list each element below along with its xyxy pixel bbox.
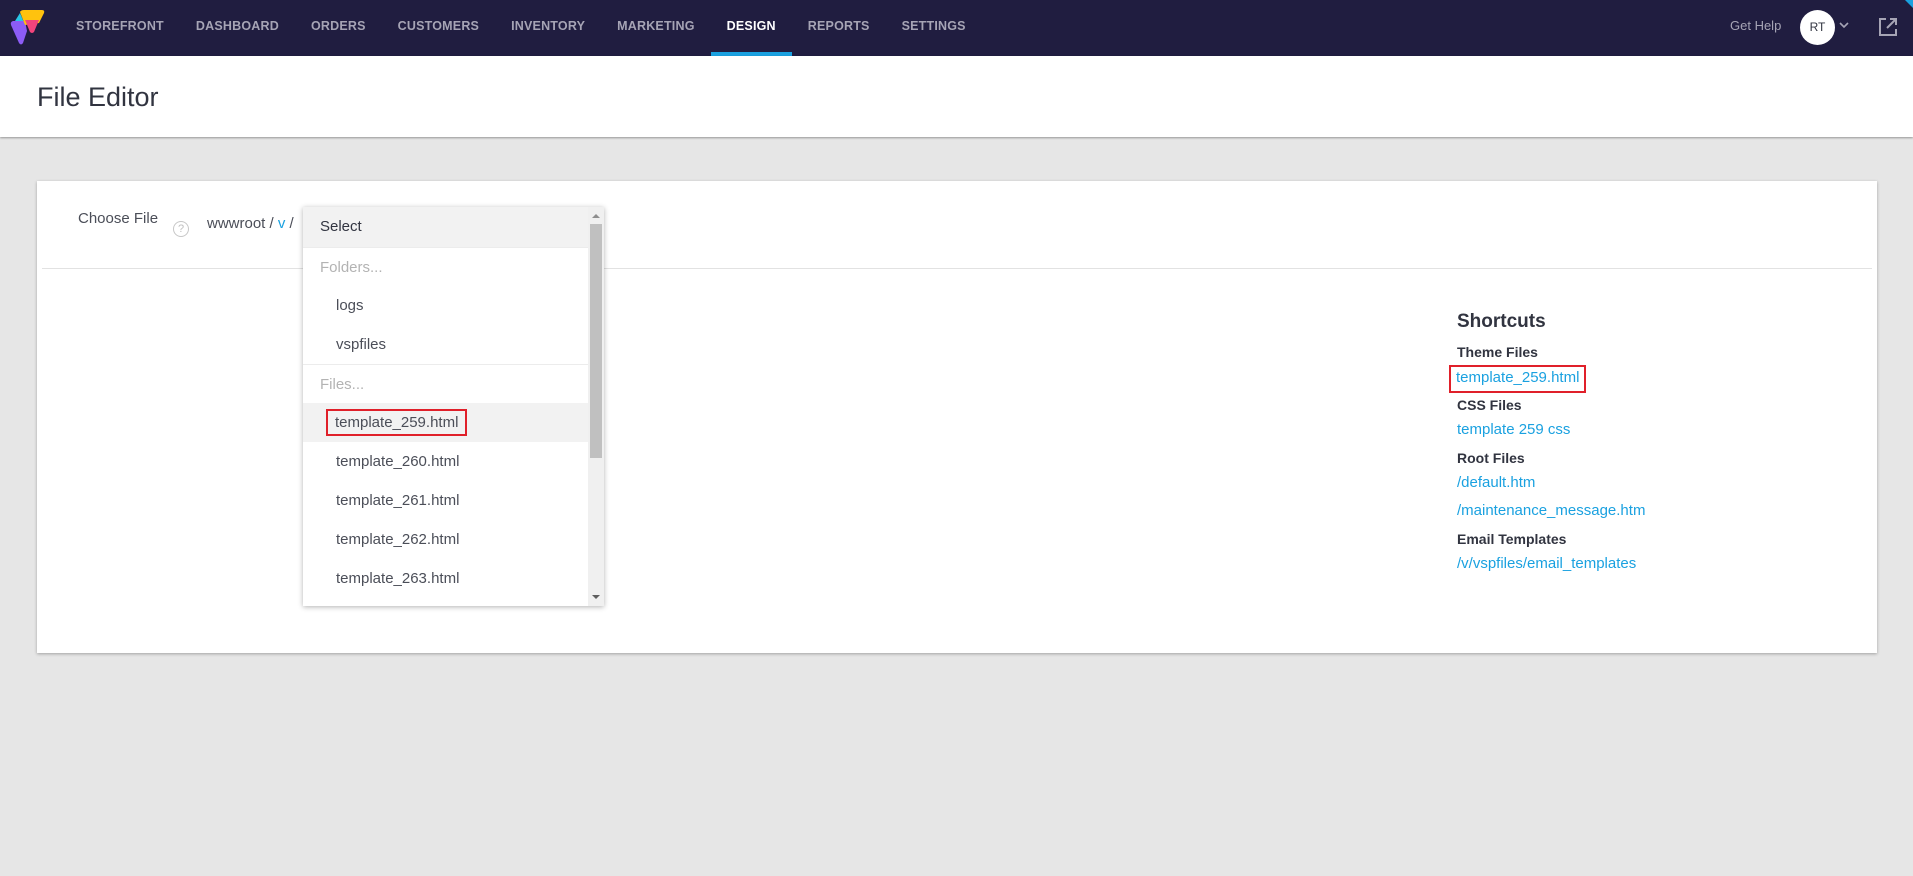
- page-header: File Editor: [0, 56, 1913, 137]
- option-file-template-261[interactable]: template_261.html: [303, 481, 588, 520]
- nav-marketing[interactable]: MARKETING: [601, 0, 711, 56]
- nav-storefront[interactable]: STOREFRONT: [60, 0, 180, 56]
- option-file-template-259[interactable]: template_259.html: [303, 403, 588, 442]
- choose-file-label: Choose File: [78, 210, 159, 227]
- path-breadcrumb: wwwroot / v /: [207, 215, 294, 232]
- option-group-folders: Folders...: [303, 247, 588, 286]
- shortcut-group-root-files: Root Files: [1457, 450, 1525, 466]
- nav-inventory[interactable]: INVENTORY: [495, 0, 601, 56]
- breadcrumb-separator: /: [269, 215, 274, 232]
- shortcuts-title: Shortcuts: [1457, 311, 1546, 332]
- option-file-template-262[interactable]: template_262.html: [303, 520, 588, 559]
- scroll-down-arrow-icon[interactable]: [592, 595, 600, 599]
- external-link-icon[interactable]: [1877, 16, 1899, 38]
- user-avatar[interactable]: RT: [1800, 10, 1835, 45]
- shortcut-group-css-files: CSS Files: [1457, 397, 1522, 413]
- shortcut-link-default-htm[interactable]: /default.htm: [1457, 473, 1757, 501]
- nav-dashboard[interactable]: DASHBOARD: [180, 0, 295, 56]
- scroll-up-arrow-icon[interactable]: [592, 214, 600, 218]
- shortcut-link-email-templates[interactable]: /v/vspfiles/email_templates: [1457, 554, 1757, 582]
- shortcut-link-maintenance-message[interactable]: /maintenance_message.htm: [1457, 501, 1757, 529]
- breadcrumb-root: wwwroot: [207, 215, 266, 232]
- shortcut-group-email-templates: Email Templates: [1457, 531, 1567, 547]
- option-folder-vspfiles[interactable]: vspfiles: [303, 325, 588, 364]
- option-file-template-260[interactable]: template_260.html: [303, 442, 588, 481]
- nav-orders[interactable]: ORDERS: [295, 0, 382, 56]
- file-select-dropdown[interactable]: Select Folders... logs vspfiles Files...…: [303, 207, 604, 606]
- nav-reports[interactable]: REPORTS: [792, 0, 886, 56]
- breadcrumb-v[interactable]: v: [278, 215, 286, 232]
- shortcut-group-theme-files: Theme Files: [1457, 344, 1538, 360]
- nav-design[interactable]: DESIGN: [710, 0, 792, 56]
- dropdown-scrollbar[interactable]: [588, 207, 604, 606]
- shortcut-link-template-259-css[interactable]: template 259 css: [1457, 420, 1757, 448]
- dropdown-options: Select Folders... logs vspfiles Files...…: [303, 207, 588, 598]
- shortcuts-panel: Shortcuts Theme Files template_259.html …: [1448, 311, 1757, 582]
- option-group-files: Files...: [303, 364, 588, 403]
- brand-logo-icon[interactable]: [9, 9, 45, 47]
- get-help-link[interactable]: Get Help: [1730, 18, 1781, 33]
- nav-customers[interactable]: CUSTOMERS: [382, 0, 495, 56]
- corner-indicator: [1905, 0, 1913, 8]
- option-label: template_259.html: [325, 409, 468, 436]
- main-nav: STOREFRONT DASHBOARD ORDERS CUSTOMERS IN…: [60, 0, 982, 56]
- option-folder-logs[interactable]: logs: [303, 286, 588, 325]
- chevron-down-icon[interactable]: [1839, 21, 1849, 29]
- option-select[interactable]: Select: [303, 207, 588, 247]
- scrollbar-thumb[interactable]: [590, 224, 602, 458]
- option-file-template-263[interactable]: template_263.html: [303, 559, 588, 598]
- shortcut-link-template-259-html[interactable]: template_259.html: [1448, 365, 1587, 393]
- page-title: File Editor: [37, 82, 159, 112]
- breadcrumb-separator: /: [289, 215, 294, 232]
- nav-settings[interactable]: SETTINGS: [886, 0, 982, 56]
- help-icon[interactable]: ?: [173, 221, 189, 237]
- top-navigation-bar: STOREFRONT DASHBOARD ORDERS CUSTOMERS IN…: [0, 0, 1913, 56]
